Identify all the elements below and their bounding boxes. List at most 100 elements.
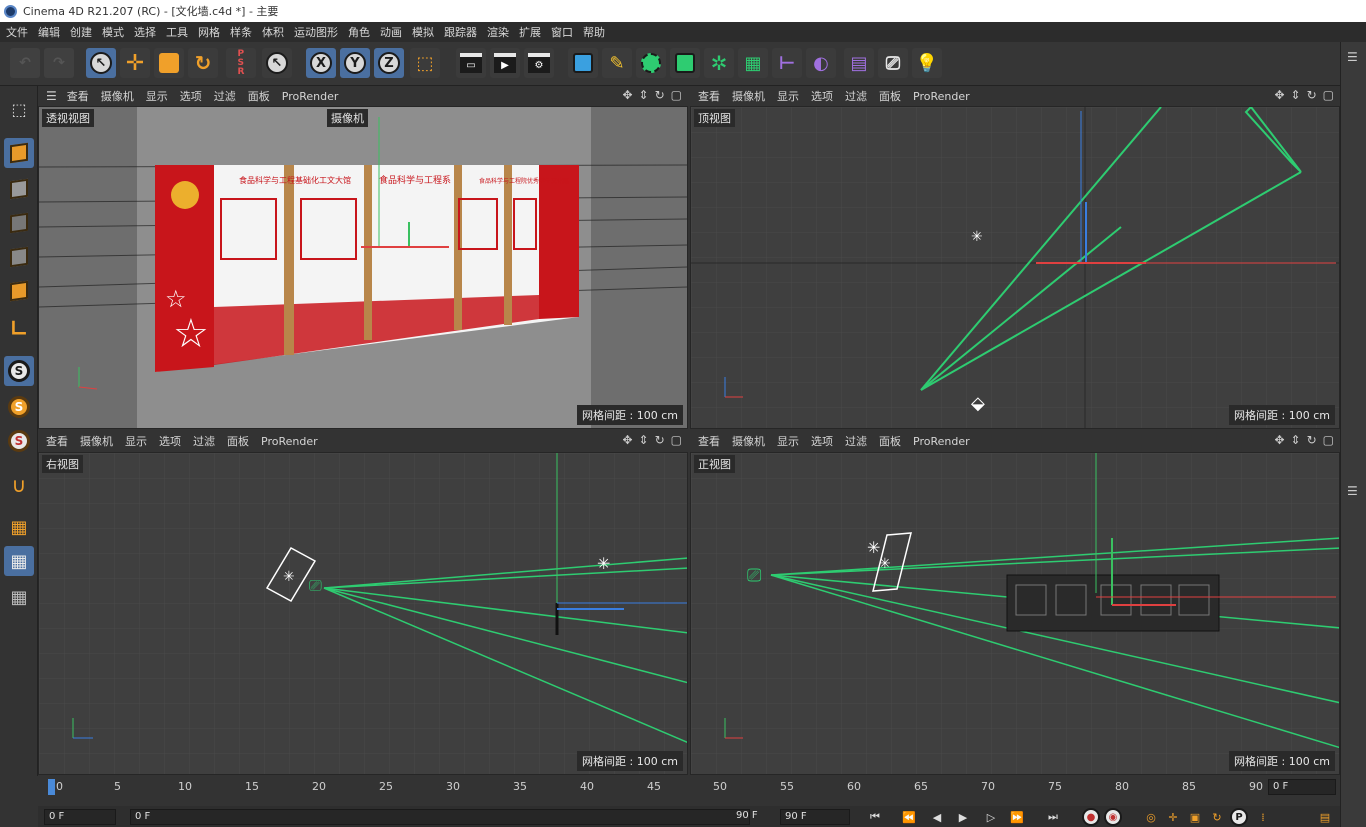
vp3-menu-prorender[interactable]: ProRender xyxy=(261,435,318,448)
orbit-icon[interactable]: ↻ xyxy=(655,433,665,447)
snap-workplane-icon[interactable]: S xyxy=(4,426,34,456)
dolly-icon[interactable]: ⇕ xyxy=(639,433,649,447)
current-frame-field[interactable]: 0 F xyxy=(1268,779,1336,795)
vp4-menu-view[interactable]: 查看 xyxy=(698,433,720,449)
timeline-ruler[interactable]: 0 5 10 15 20 25 30 35 40 45 50 55 60 65 … xyxy=(38,776,1340,802)
select-icon[interactable]: ↖ xyxy=(262,48,292,78)
maximize-icon[interactable]: ▢ xyxy=(671,433,682,447)
key-position-icon[interactable]: ✛ xyxy=(1164,808,1182,826)
scale-icon[interactable] xyxy=(154,48,184,78)
render-region-icon[interactable]: ▭ xyxy=(456,48,486,78)
menu-mode[interactable]: 模式 xyxy=(102,24,124,40)
menu-volume[interactable]: 体积 xyxy=(262,24,284,40)
render-view-icon[interactable]: ▶ xyxy=(490,48,520,78)
vp1-menu-camera[interactable]: 摄像机 xyxy=(101,88,134,104)
vp2-menu-prorender[interactable]: ProRender xyxy=(913,90,970,103)
vp3-menu-view[interactable]: 查看 xyxy=(46,433,68,449)
maximize-icon[interactable]: ▢ xyxy=(671,88,682,102)
workplane-icon[interactable]: ▦ xyxy=(4,512,34,542)
dolly-icon[interactable]: ⇕ xyxy=(1291,88,1301,102)
vp4-menu-panel[interactable]: 面板 xyxy=(879,433,901,449)
live-selection-icon[interactable]: ↖ xyxy=(86,48,116,78)
model-mode-icon[interactable] xyxy=(4,138,34,168)
vp4-menu-camera[interactable]: 摄像机 xyxy=(732,433,765,449)
magnet-icon[interactable]: ∪ xyxy=(4,470,34,500)
maximize-icon[interactable]: ▢ xyxy=(1323,88,1334,102)
hamburger-icon[interactable]: ☰ xyxy=(46,89,57,103)
menu-window[interactable]: 窗口 xyxy=(551,24,573,40)
vp3-menu-filter[interactable]: 过滤 xyxy=(193,433,215,449)
menu-mograph[interactable]: 运动图形 xyxy=(294,24,338,40)
pan-icon[interactable]: ✥ xyxy=(622,433,632,447)
key-scale-icon[interactable]: ▣ xyxy=(1186,808,1204,826)
polygons-mode-icon[interactable] xyxy=(4,276,34,306)
vp3-menu-display[interactable]: 显示 xyxy=(125,433,147,449)
vp3-menu-panel[interactable]: 面板 xyxy=(227,433,249,449)
coordinate-system-icon[interactable]: ⬚ xyxy=(410,48,440,78)
go-to-start-icon[interactable]: ⏮ xyxy=(866,808,884,826)
keyframe-selection-icon[interactable]: ◎ xyxy=(1142,808,1160,826)
deformer-icon[interactable]: ◐ xyxy=(806,48,836,78)
start-frame-field[interactable]: 0 F xyxy=(44,809,116,825)
top-viewport[interactable]: ✳ ⬙ 顶视图 网格间距 : 100 cm xyxy=(690,106,1340,429)
pen-icon[interactable]: ✎ xyxy=(602,48,632,78)
symmetry-icon[interactable]: ⊢ xyxy=(772,48,802,78)
vp1-menu-options[interactable]: 选项 xyxy=(180,88,202,104)
attributes-menu-icon[interactable]: ☰ xyxy=(1347,484,1358,498)
previous-key-icon[interactable]: ⏪ xyxy=(900,808,918,826)
snap-settings-icon[interactable]: S xyxy=(4,392,34,422)
z-axis-icon[interactable]: Z xyxy=(374,48,404,78)
menu-spline[interactable]: 样条 xyxy=(230,24,252,40)
cloner-icon[interactable]: ✲ xyxy=(704,48,734,78)
preview-range-end[interactable]: 90 F xyxy=(736,810,758,821)
vp1-menu-prorender[interactable]: ProRender xyxy=(282,90,339,103)
vp3-menu-camera[interactable]: 摄像机 xyxy=(80,433,113,449)
psr-icon[interactable]: PSR xyxy=(226,48,256,78)
panel-menu-icon[interactable]: ☰ xyxy=(1347,50,1358,64)
undo-icon[interactable]: ↶ xyxy=(10,48,40,78)
menu-create[interactable]: 创建 xyxy=(70,24,92,40)
axis-mode-icon[interactable]: ∟ xyxy=(4,314,34,344)
vp4-menu-options[interactable]: 选项 xyxy=(811,433,833,449)
orbit-icon[interactable]: ↻ xyxy=(1307,433,1317,447)
front-viewport[interactable]: ✳ ✳ ⎚ 正视图 网格间距 : 100 cm xyxy=(690,452,1340,775)
maximize-icon[interactable]: ▢ xyxy=(1323,433,1334,447)
menu-simulate[interactable]: 模拟 xyxy=(412,24,434,40)
vp1-menu-panel[interactable]: 面板 xyxy=(248,88,270,104)
preview-range-start[interactable]: 0 F xyxy=(130,809,750,825)
vp2-menu-panel[interactable]: 面板 xyxy=(879,88,901,104)
key-pla-icon[interactable]: ⁞ xyxy=(1254,808,1272,826)
move-icon[interactable]: ✛ xyxy=(120,48,150,78)
perspective-viewport[interactable]: ☆ ☆ 食品科学与工程基础化工文大馆 食品科学与工程系 食品科学与工程院优秀学生… xyxy=(38,106,688,429)
previous-frame-icon[interactable]: ◀ xyxy=(928,808,946,826)
menu-edit[interactable]: 编辑 xyxy=(38,24,60,40)
vp4-menu-filter[interactable]: 过滤 xyxy=(845,433,867,449)
vp2-menu-view[interactable]: 查看 xyxy=(698,88,720,104)
orbit-icon[interactable]: ↻ xyxy=(655,88,665,102)
menu-select[interactable]: 选择 xyxy=(134,24,156,40)
floor-icon[interactable]: ▤ xyxy=(844,48,874,78)
light-icon[interactable]: 💡 xyxy=(912,48,942,78)
align-workplane-icon[interactable]: ▦ xyxy=(4,582,34,612)
dolly-icon[interactable]: ⇕ xyxy=(1291,433,1301,447)
key-rotation-icon[interactable]: ↻ xyxy=(1208,808,1226,826)
menu-help[interactable]: 帮助 xyxy=(583,24,605,40)
play-icon[interactable]: ▶ xyxy=(954,808,972,826)
dolly-icon[interactable]: ⇕ xyxy=(639,88,649,102)
menu-mesh[interactable]: 网格 xyxy=(198,24,220,40)
points-mode-icon[interactable] xyxy=(4,208,34,238)
menu-file[interactable]: 文件 xyxy=(6,24,28,40)
texture-mode-icon[interactable] xyxy=(4,174,34,204)
record-active-icon[interactable]: ● xyxy=(1082,808,1100,826)
x-axis-icon[interactable]: X xyxy=(306,48,336,78)
playhead[interactable] xyxy=(48,779,55,795)
vp2-menu-filter[interactable]: 过滤 xyxy=(845,88,867,104)
subdivision-icon[interactable] xyxy=(636,48,666,78)
pan-icon[interactable]: ✥ xyxy=(1274,88,1284,102)
make-editable-icon[interactable]: ⬚ xyxy=(4,94,34,124)
vp1-menu-display[interactable]: 显示 xyxy=(146,88,168,104)
next-frame-icon[interactable]: ▷ xyxy=(982,808,1000,826)
orbit-icon[interactable]: ↻ xyxy=(1307,88,1317,102)
vp2-menu-options[interactable]: 选项 xyxy=(811,88,833,104)
vp4-menu-prorender[interactable]: ProRender xyxy=(913,435,970,448)
